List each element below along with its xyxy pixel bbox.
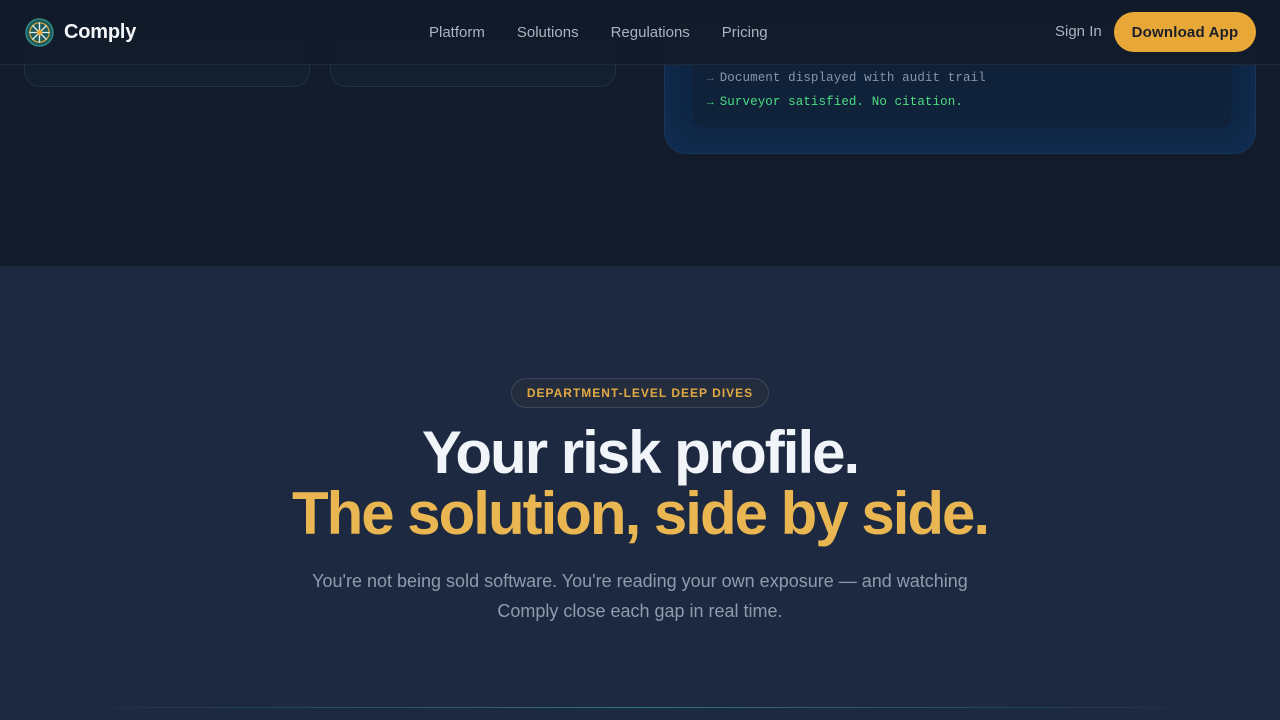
nav-solutions[interactable]: Solutions [501,24,595,41]
brand-logo-link[interactable]: Comply [25,17,136,47]
terminal-line: → Document displayed with audit trail [707,71,986,85]
terminal-line-text: Surveyor satisfied. No citation. [719,95,963,109]
hero-headline-accent: The solution, side by side. [291,480,990,547]
hero-subtitle: You're not being sold software. You're r… [312,571,968,621]
nav-pricing[interactable]: Pricing [706,24,784,41]
nav-platform[interactable]: Platform [413,24,501,41]
sign-in-link[interactable]: Sign In [1055,23,1102,40]
arrow-icon: → [707,73,714,85]
nav-regulations[interactable]: Regulations [595,24,706,41]
hero-section: DEPARTMENT-LEVEL DEEP DIVES Your risk pr… [0,266,1280,720]
download-app-button[interactable]: Download App [1114,12,1256,52]
terminal-line-text: Document displayed with audit trail [719,71,986,85]
site-header: Comply Platform Solutions Regulations Pr… [0,0,1280,65]
arrow-icon: → [707,97,714,109]
terminal-line-success: → Surveyor satisfied. No citation. [707,95,963,109]
hero-headline: Your risk profile. [421,419,860,486]
brand-name: Comply [64,20,137,43]
compass-wheel-icon [25,17,54,47]
main-nav: Platform Solutions Regulations Pricing [413,0,784,64]
section-badge: DEPARTMENT-LEVEL DEEP DIVES [511,378,769,408]
section-divider [60,707,1220,708]
